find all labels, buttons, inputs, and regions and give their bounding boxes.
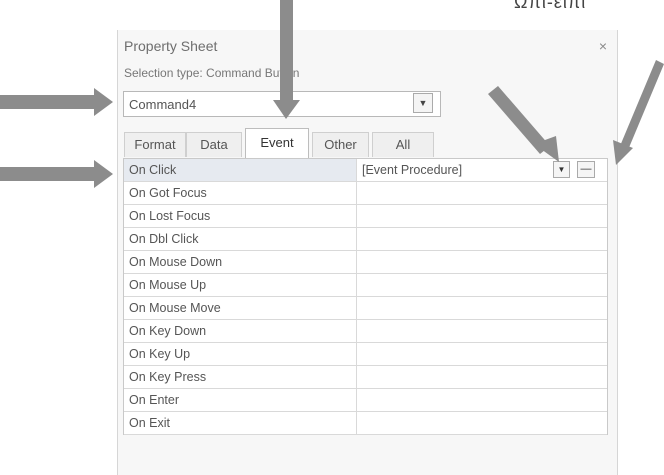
arrow-icon (613, 60, 664, 165)
arrow-icon (488, 86, 559, 162)
annotation-arrows (0, 0, 664, 188)
arrow-icon (0, 160, 113, 188)
arrow-icon (0, 88, 113, 116)
arrow-icon (273, 0, 300, 119)
